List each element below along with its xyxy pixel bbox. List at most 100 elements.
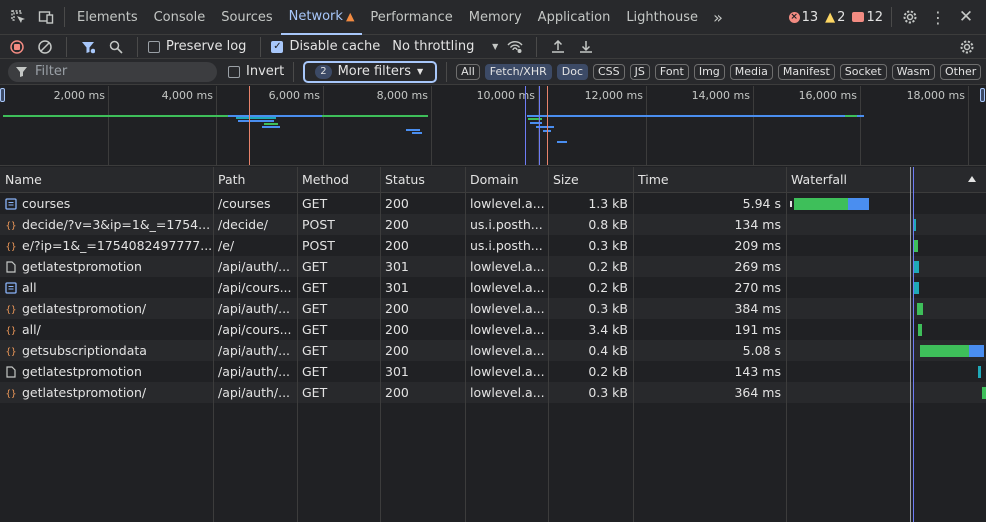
cell-name[interactable]: {} getlatestpromotion/	[0, 298, 213, 319]
tab-network[interactable]: Network ▲	[280, 0, 363, 35]
warning-count[interactable]: ▲ 2	[825, 10, 845, 25]
cell-name[interactable]: getlatestpromotion	[0, 256, 213, 277]
column-header-time[interactable]: Time	[633, 167, 786, 193]
type-filter-js[interactable]: JS	[629, 63, 650, 80]
cell-name[interactable]: {} decide/?v=3&ip=1&_=1754...	[0, 214, 213, 235]
column-header-size[interactable]: Size	[548, 167, 633, 193]
type-filter-all[interactable]: All	[456, 63, 480, 80]
type-filter-css[interactable]: CSS	[593, 63, 625, 80]
inspect-element-icon[interactable]	[4, 0, 32, 35]
table-row[interactable]: {} e/?ip=1&_=1754082497777... /e/POST 200 us…	[0, 235, 986, 256]
cell-name[interactable]: {} e/?ip=1&_=1754082497777...	[0, 235, 213, 256]
overview-left-handle[interactable]	[0, 88, 5, 102]
column-divider[interactable]	[786, 167, 787, 522]
column-divider[interactable]	[633, 167, 634, 522]
network-settings-gear-icon[interactable]	[956, 36, 978, 58]
preserve-log-checkbox[interactable]: Preserve log	[148, 39, 246, 54]
table-row[interactable]: {} decide/?v=3&ip=1&_=1754... /decide/POST…	[0, 214, 986, 235]
close-icon[interactable]: ✕	[952, 0, 980, 35]
column-header-status[interactable]: Status	[380, 167, 465, 193]
issues-count[interactable]: 12	[852, 10, 883, 25]
filter-funnel-icon[interactable]	[77, 36, 99, 58]
cell-time: 364 ms	[734, 385, 781, 400]
table-row[interactable]: {} getlatestpromotion/ /api/auth/... GET 200…	[0, 298, 986, 319]
table-row[interactable]: getlatestpromotion/api/auth/... GET 301 low…	[0, 361, 986, 382]
overview-tick-label: 6,000 ms	[268, 89, 320, 102]
cell-path: /api/cours...	[218, 322, 292, 337]
fetch-xhr-icon: {}	[5, 321, 17, 337]
type-filter-doc[interactable]: Doc	[556, 63, 588, 80]
column-header-method[interactable]: Method	[297, 167, 380, 193]
cell-name[interactable]: getlatestpromotion	[0, 361, 213, 382]
error-count[interactable]: × 13	[788, 10, 818, 25]
overview-tick-label: 18,000 ms	[906, 89, 965, 102]
table-row[interactable]: {} getlatestpromotion/ /api/auth/... GET 200…	[0, 382, 986, 403]
checkbox-checked[interactable]: ✓	[271, 40, 284, 53]
tab-application[interactable]: Application	[530, 0, 619, 35]
cell-name[interactable]: {} getsubscriptiondata	[0, 340, 213, 361]
cell-status: 200	[385, 385, 409, 400]
cell-name[interactable]: all	[0, 277, 213, 298]
cell-size: 0.4 kB	[588, 343, 628, 358]
table-row[interactable]: getlatestpromotion/api/auth/... GET 301 low…	[0, 256, 986, 277]
issue-counters[interactable]: × 13 ▲ 2 12	[788, 10, 883, 25]
overview-right-handle[interactable]	[980, 88, 985, 102]
cell-name[interactable]: {} all/	[0, 319, 213, 340]
cell-name[interactable]: courses	[0, 193, 213, 214]
column-header-domain[interactable]: Domain	[465, 167, 548, 193]
checkbox-box[interactable]	[148, 40, 160, 53]
type-filter-socket[interactable]: Socket	[839, 63, 887, 80]
kebab-menu-icon[interactable]: ⋮	[924, 0, 952, 35]
export-har-icon[interactable]	[575, 36, 597, 58]
tab-sources[interactable]: Sources	[213, 0, 280, 35]
column-header-name[interactable]: Name	[0, 167, 213, 193]
type-filter-fetch-xhr[interactable]: Fetch/XHR	[484, 63, 552, 80]
cell-status: 301	[385, 364, 409, 379]
table-row[interactable]: {} getsubscriptiondata/api/auth/... GET 200…	[0, 340, 986, 361]
type-filter-other[interactable]: Other	[940, 63, 982, 80]
waterfall-bar	[914, 282, 919, 294]
invert-checkbox[interactable]: Invert	[228, 64, 284, 79]
stop-recording-icon[interactable]	[6, 36, 28, 58]
more-tabs-icon[interactable]: »	[706, 0, 730, 35]
import-har-icon[interactable]	[547, 36, 569, 58]
chevron-down-icon: ▼	[492, 42, 499, 51]
tab-lighthouse[interactable]: Lighthouse	[618, 0, 706, 35]
filter-input[interactable]: Filter	[8, 61, 217, 82]
search-icon[interactable]	[105, 36, 127, 58]
type-filter-wasm[interactable]: Wasm	[891, 63, 935, 80]
device-toolbar-icon[interactable]	[32, 0, 60, 35]
sort-ascending-icon[interactable]	[968, 176, 976, 182]
settings-gear-icon[interactable]	[896, 0, 924, 35]
tab-memory[interactable]: Memory	[461, 0, 530, 35]
table-row[interactable]: {} all/ /api/cours... GET 200 lowlevel.a... 3.…	[0, 319, 986, 340]
column-divider[interactable]	[548, 167, 549, 522]
throttling-select[interactable]: No throttling ▼	[392, 39, 498, 54]
clear-icon[interactable]	[34, 36, 56, 58]
fetch-xhr-icon: {}	[5, 384, 17, 400]
column-divider[interactable]	[380, 167, 381, 522]
tab-elements[interactable]: Elements	[69, 0, 146, 35]
table-row[interactable]: all/api/cours... GET 301 lowlevel.a... 0.2 k…	[0, 277, 986, 298]
network-overview-timeline[interactable]: 2,000 ms 4,000 ms 6,000 ms 8,000 ms 10,000 m…	[0, 86, 986, 166]
column-divider[interactable]	[213, 167, 214, 522]
tab-console[interactable]: Console	[146, 0, 214, 35]
cell-path: /api/auth/...	[218, 301, 291, 316]
column-divider[interactable]	[297, 167, 298, 522]
table-row[interactable]: courses/courses GET 200 lowlevel.a... 1.3 kB…	[0, 193, 986, 214]
overview-tick-label: 10,000 ms	[476, 89, 535, 102]
disable-cache-checkbox[interactable]: ✓ Disable cache	[271, 39, 380, 54]
type-filter-img[interactable]: Img	[693, 63, 725, 80]
cell-name[interactable]: {} getlatestpromotion/	[0, 382, 213, 403]
column-header-waterfall[interactable]: Waterfall	[786, 167, 986, 193]
column-header-path[interactable]: Path	[213, 167, 297, 193]
cell-domain: lowlevel.a...	[470, 280, 545, 295]
more-filters-dropdown[interactable]: 2 More filters ▼	[303, 60, 438, 83]
type-filter-font[interactable]: Font	[654, 63, 689, 80]
column-divider[interactable]	[465, 167, 466, 522]
type-filter-media[interactable]: Media	[729, 63, 773, 80]
tab-performance[interactable]: Performance	[362, 0, 460, 35]
checkbox-box[interactable]	[228, 65, 240, 78]
network-conditions-icon[interactable]	[504, 36, 526, 58]
type-filter-manifest[interactable]: Manifest	[777, 63, 835, 80]
